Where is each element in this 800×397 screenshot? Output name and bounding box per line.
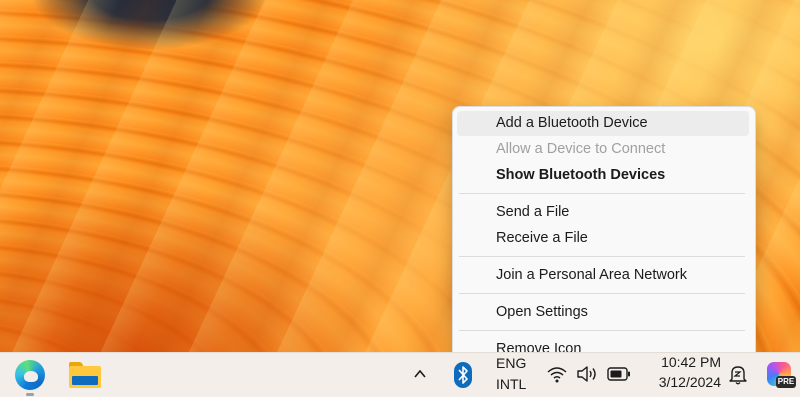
active-app-indicator: [26, 393, 34, 396]
menu-item-join-personal-area-network[interactable]: Join a Personal Area Network: [457, 263, 749, 288]
system-clock[interactable]: 10:42 PM 3/12/2024: [645, 352, 721, 392]
chevron-up-icon[interactable]: [414, 368, 426, 380]
edge-icon[interactable]: [13, 358, 47, 392]
menu-item-add-bluetooth-device[interactable]: Add a Bluetooth Device: [457, 111, 749, 136]
volume-icon[interactable]: [576, 365, 600, 383]
battery-icon[interactable]: [607, 367, 631, 381]
menu-item-send-file[interactable]: Send a File: [457, 200, 749, 225]
clock-time: 10:42 PM: [661, 354, 721, 370]
menu-separator: [459, 293, 745, 294]
bluetooth-context-menu: Add a Bluetooth Device Allow a Device to…: [452, 106, 756, 364]
file-explorer-icon[interactable]: [68, 358, 102, 392]
clock-date: 3/12/2024: [658, 374, 721, 390]
language-indicator-line2[interactable]: INTL: [496, 376, 526, 392]
language-indicator-line1[interactable]: ENG: [496, 355, 526, 371]
menu-separator: [459, 193, 745, 194]
menu-item-open-settings[interactable]: Open Settings: [457, 300, 749, 325]
menu-item-receive-file[interactable]: Receive a File: [457, 226, 749, 251]
menu-separator: [459, 330, 745, 331]
bluetooth-icon[interactable]: [452, 361, 474, 389]
menu-separator: [459, 256, 745, 257]
copilot-icon[interactable]: PRE: [766, 361, 796, 391]
wifi-icon[interactable]: [546, 365, 568, 383]
copilot-preview-badge: PRE: [776, 376, 796, 388]
menu-item-show-bluetooth-devices[interactable]: Show Bluetooth Devices: [457, 163, 749, 188]
menu-item-allow-device-to-connect: Allow a Device to Connect: [496, 141, 666, 157]
notification-bell-icon[interactable]: [728, 364, 748, 386]
